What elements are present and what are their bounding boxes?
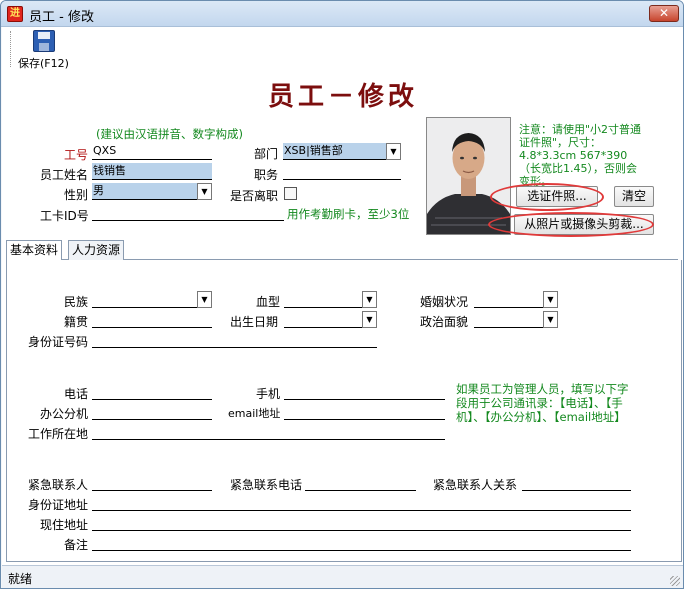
marital-select[interactable]: ▼ (474, 291, 558, 308)
id-address-label: 身份证地址 (28, 498, 89, 512)
chevron-down-icon[interactable]: ▼ (197, 291, 212, 308)
gender-value: 男 (93, 184, 104, 197)
status-text: 就绪 (8, 572, 33, 586)
chevron-down-icon[interactable]: ▼ (362, 311, 377, 328)
chevron-down-icon[interactable]: ▼ (386, 143, 401, 160)
ext-field[interactable] (92, 403, 212, 420)
emergency-relation-field[interactable] (522, 474, 631, 491)
tab-hr[interactable]: 人力资源 (68, 240, 125, 260)
app-icon: 进 (7, 6, 23, 22)
emergency-relation-label: 紧急联系人关系 (433, 478, 518, 492)
gender-select[interactable]: 男 ▼ (92, 183, 212, 200)
dept-label: 部门 (254, 147, 279, 161)
post-field[interactable] (283, 163, 401, 180)
post-label: 职务 (254, 168, 279, 182)
blood-select[interactable]: ▼ (284, 291, 377, 308)
toolbar: 保存(F12) (2, 27, 683, 71)
code-field[interactable]: QXS (92, 143, 212, 160)
marital-label: 婚姻状况 (420, 295, 469, 309)
birth-label: 出生日期 (230, 315, 279, 329)
workplace-field[interactable] (92, 423, 445, 440)
tab-basic[interactable]: 基本资料 (6, 240, 63, 261)
highlight-circle-crop (488, 212, 654, 237)
code-label: 工号 (64, 148, 89, 162)
tab-strip: 基本资料 人力资源 (6, 240, 678, 261)
ext-label: 办公分机 (40, 407, 89, 421)
remark-field[interactable] (92, 534, 631, 551)
name-field[interactable]: 钱销售 (92, 163, 212, 180)
dept-value: XSB|销售部 (284, 144, 343, 157)
save-label: 保存(F12) (18, 57, 69, 70)
phone-label: 电话 (64, 387, 89, 401)
email-label: email地址 (228, 407, 281, 420)
emergency-contact-label: 紧急联系人 (28, 478, 89, 492)
emergency-phone-field[interactable] (305, 474, 416, 491)
resigned-checkbox[interactable] (284, 187, 297, 200)
resigned-label: 是否离职 (230, 189, 279, 203)
idcard-field[interactable] (92, 331, 377, 348)
mobile-label: 手机 (256, 387, 281, 401)
mobile-field[interactable] (284, 383, 445, 400)
chevron-down-icon[interactable]: ▼ (362, 291, 377, 308)
name-label: 员工姓名 (40, 168, 89, 182)
ethnic-label: 民族 (64, 295, 89, 309)
dept-select[interactable]: XSB|销售部 ▼ (283, 143, 401, 160)
card-label: 工卡ID号 (40, 209, 89, 223)
close-button[interactable]: ✕ (649, 5, 679, 22)
native-field[interactable] (92, 311, 212, 328)
remark-label: 备注 (64, 538, 89, 552)
photo-note: 注意：请使用"小2寸普通证件照"，尺寸：4.8*3.3cm 567*390 （长… (519, 123, 642, 188)
resize-grip-icon[interactable] (670, 576, 680, 586)
blood-label: 血型 (256, 295, 281, 309)
ethnic-select[interactable]: ▼ (92, 291, 212, 308)
phone-field[interactable] (92, 383, 212, 400)
current-address-label: 现住地址 (40, 518, 89, 532)
email-field[interactable] (284, 403, 445, 420)
save-disk-icon (33, 30, 55, 52)
gender-label: 性别 (64, 188, 89, 202)
id-address-field[interactable] (92, 494, 631, 511)
chevron-down-icon[interactable]: ▼ (543, 311, 558, 328)
status-bar: 就绪 (2, 565, 683, 588)
form-title: 员工－修改 (268, 82, 419, 112)
pinyin-hint: (建议由汉语拼音、数字构成) (96, 127, 243, 141)
toolbar-grip (10, 31, 11, 67)
chevron-down-icon[interactable]: ▼ (197, 183, 212, 200)
title-bar: 进 员工 - 修改 ✕ (1, 1, 683, 27)
political-select[interactable]: ▼ (474, 311, 558, 328)
emergency-contact-field[interactable] (92, 474, 212, 491)
manager-note: 如果员工为管理人员，填写以下字段用于公司通讯录：【电话】、【手机】、【办公分机】… (456, 382, 629, 424)
idcard-label: 身份证号码 (28, 335, 89, 349)
emergency-phone-label: 紧急联系电话 (230, 478, 303, 492)
card-hint: 用作考勤刷卡，至少3位 (287, 207, 410, 221)
person-photo-icon (427, 118, 510, 234)
window-title: 员工 - 修改 (29, 10, 94, 25)
birth-select[interactable]: ▼ (284, 311, 377, 328)
chevron-down-icon[interactable]: ▼ (543, 291, 558, 308)
window: 进 员工 - 修改 ✕ 保存(F12) 员工－修改 (建议由汉语拼音、数字构成)… (0, 0, 684, 589)
save-button[interactable]: 保存(F12) (16, 27, 72, 71)
current-address-field[interactable] (92, 514, 631, 531)
workplace-label: 工作所在地 (28, 427, 89, 441)
native-label: 籍贯 (64, 315, 89, 329)
highlight-circle-select (490, 183, 604, 211)
political-label: 政治面貌 (420, 315, 469, 329)
form-content: 员工－修改 (建议由汉语拼音、数字构成) 工号 QXS 员工姓名 钱销售 性别 … (2, 71, 683, 565)
clear-photo-button[interactable]: 清空 (614, 186, 654, 207)
card-field[interactable] (92, 204, 284, 221)
